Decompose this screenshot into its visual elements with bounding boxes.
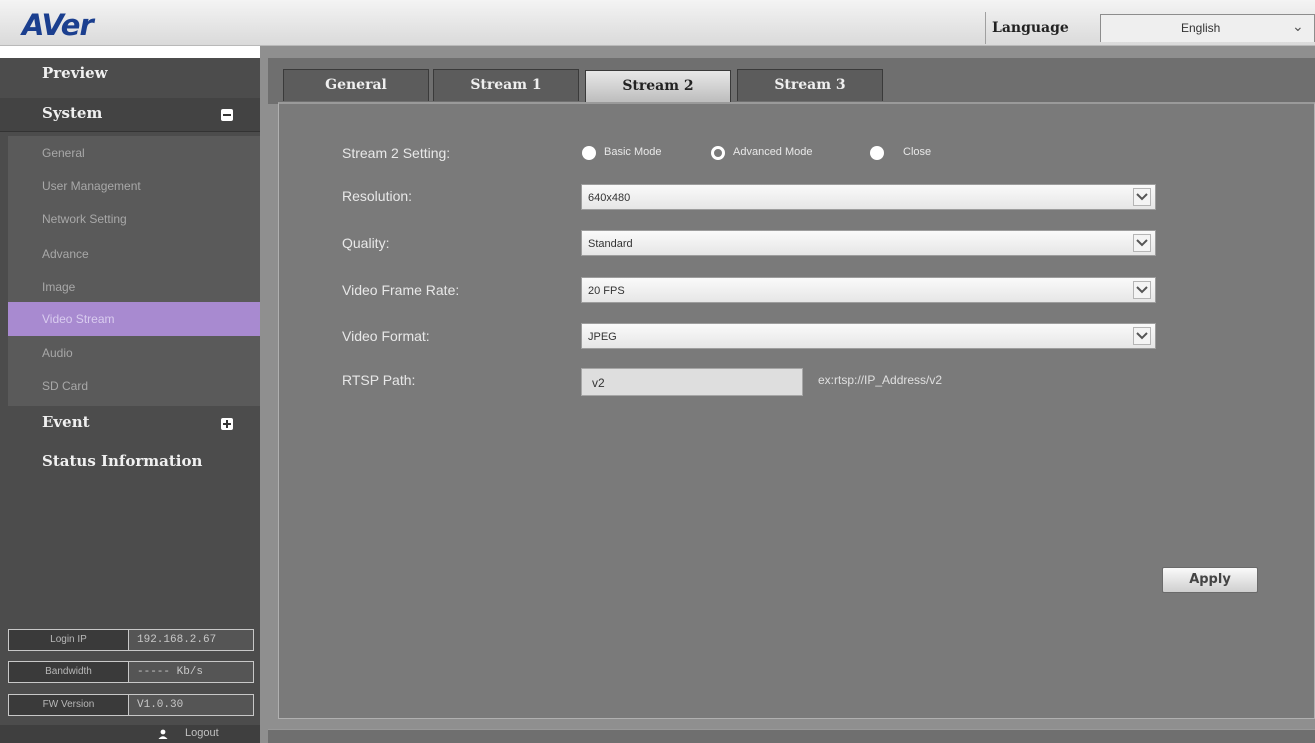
sidebar-item-label: User Management — [42, 179, 141, 193]
advanced-mode-label: Advanced Mode — [733, 146, 813, 158]
fw-version-value: V1.0.30 — [137, 699, 184, 711]
close-label: Close — [903, 146, 932, 158]
language-divider — [985, 12, 986, 44]
chevron-down-icon[interactable] — [1133, 188, 1151, 206]
video-format-value: JPEG — [588, 331, 617, 343]
tab-label: Stream 2 — [622, 78, 694, 94]
bandwidth-label: Bandwidth — [9, 662, 129, 682]
tab-stream-3[interactable]: Stream 3 — [737, 69, 883, 101]
rtsp-path-label: RTSP Path: — [342, 372, 416, 388]
basic-mode-label: Basic Mode — [604, 146, 662, 158]
tab-stream-1[interactable]: Stream 1 — [433, 69, 579, 101]
sidebar-item-label: System — [42, 104, 103, 122]
close-radio[interactable] — [870, 146, 884, 160]
resolution-select[interactable]: 640x480 — [581, 184, 1156, 210]
bandwidth-value: ----- Kb/s — [137, 666, 204, 678]
logout-label: Logout — [185, 727, 219, 739]
user-icon — [158, 729, 168, 739]
bottom-strip — [268, 729, 1315, 743]
language-value: English — [1181, 21, 1221, 35]
tab-stream-2[interactable]: Stream 2 — [585, 70, 731, 102]
basic-mode-radio[interactable] — [582, 146, 596, 160]
video-format-label: Video Format: — [342, 328, 430, 344]
language-label: Language — [992, 20, 1069, 36]
aver-logo: AVer — [22, 8, 94, 42]
advanced-mode-radio[interactable] — [711, 146, 725, 160]
rtsp-path-hint: ex:rtsp://IP_Address/v2 — [818, 373, 943, 387]
fw-version-row: FW Version V1.0.30 — [8, 694, 254, 716]
login-ip-row: Login IP 192.168.2.67 — [8, 629, 254, 651]
sidebar-item-label: Status Information — [42, 452, 203, 470]
tab-label: Stream 3 — [774, 77, 846, 93]
chevron-down-icon[interactable]: ⌄ — [1292, 18, 1304, 35]
expand-icon[interactable] — [221, 418, 233, 430]
resolution-value: 640x480 — [588, 192, 631, 204]
resolution-label: Resolution: — [342, 188, 413, 204]
rtsp-path-value: v2 — [592, 376, 605, 390]
sidebar-item-label: Image — [42, 280, 76, 294]
system-submenu: General User Management Network Setting … — [8, 136, 260, 406]
sidebar-item-network-setting[interactable]: Network Setting — [8, 202, 260, 236]
sidebar-item-video-stream[interactable]: Video Stream — [8, 302, 260, 336]
sidebar-item-label: Video Stream — [42, 312, 115, 326]
bandwidth-row: Bandwidth ----- Kb/s — [8, 661, 254, 683]
chevron-down-icon[interactable] — [1133, 327, 1151, 345]
sidebar-item-label: Advance — [42, 247, 89, 261]
sidebar-item-status-information[interactable]: Status Information — [0, 446, 260, 480]
frame-rate-value: 20 FPS — [588, 285, 625, 297]
quality-select[interactable]: Standard — [581, 230, 1156, 256]
tab-general[interactable]: General — [283, 69, 429, 101]
frame-rate-select[interactable]: 20 FPS — [581, 277, 1156, 303]
sidebar-item-general[interactable]: General — [8, 136, 260, 170]
login-ip-value: 192.168.2.67 — [137, 634, 217, 646]
sidebar-item-label: Audio — [42, 346, 73, 360]
sidebar-item-label: SD Card — [42, 379, 89, 393]
quality-label: Quality: — [342, 235, 390, 251]
fw-version-label: FW Version — [9, 695, 129, 715]
login-ip-label: Login IP — [9, 630, 129, 650]
chevron-down-icon[interactable] — [1133, 281, 1151, 299]
sidebar-item-label: Event — [42, 413, 90, 431]
collapse-icon[interactable] — [221, 109, 233, 121]
sidebar-item-sd-card[interactable]: SD Card — [8, 369, 260, 403]
sidebar-item-system[interactable]: System — [0, 98, 260, 132]
sidebar-item-image[interactable]: Image — [8, 270, 260, 304]
sidebar: Preview System General User Management N… — [0, 58, 260, 743]
sidebar-item-label: General — [42, 146, 85, 160]
logout-button[interactable]: Logout — [0, 725, 260, 743]
sidebar-item-event[interactable]: Event — [0, 407, 260, 441]
sidebar-item-label: Network Setting — [42, 212, 127, 226]
sidebar-item-user-management[interactable]: User Management — [8, 169, 260, 203]
sidebar-item-advance[interactable]: Advance — [8, 237, 260, 271]
sidebar-item-label: Preview — [42, 64, 108, 82]
tab-label: Stream 1 — [470, 77, 542, 93]
video-format-select[interactable]: JPEG — [581, 323, 1156, 349]
frame-rate-label: Video Frame Rate: — [342, 282, 460, 298]
sidebar-item-audio[interactable]: Audio — [8, 336, 260, 370]
sidebar-item-preview[interactable]: Preview — [0, 58, 260, 92]
rtsp-path-input[interactable]: v2 — [581, 368, 803, 396]
apply-button[interactable]: Apply — [1162, 567, 1258, 593]
stream-setting-label: Stream 2 Setting: — [342, 145, 451, 161]
chevron-down-icon[interactable] — [1133, 234, 1151, 252]
tab-label: General — [325, 77, 387, 93]
quality-value: Standard — [588, 238, 633, 250]
top-bar: AVer Language English ⌄ — [0, 0, 1315, 46]
